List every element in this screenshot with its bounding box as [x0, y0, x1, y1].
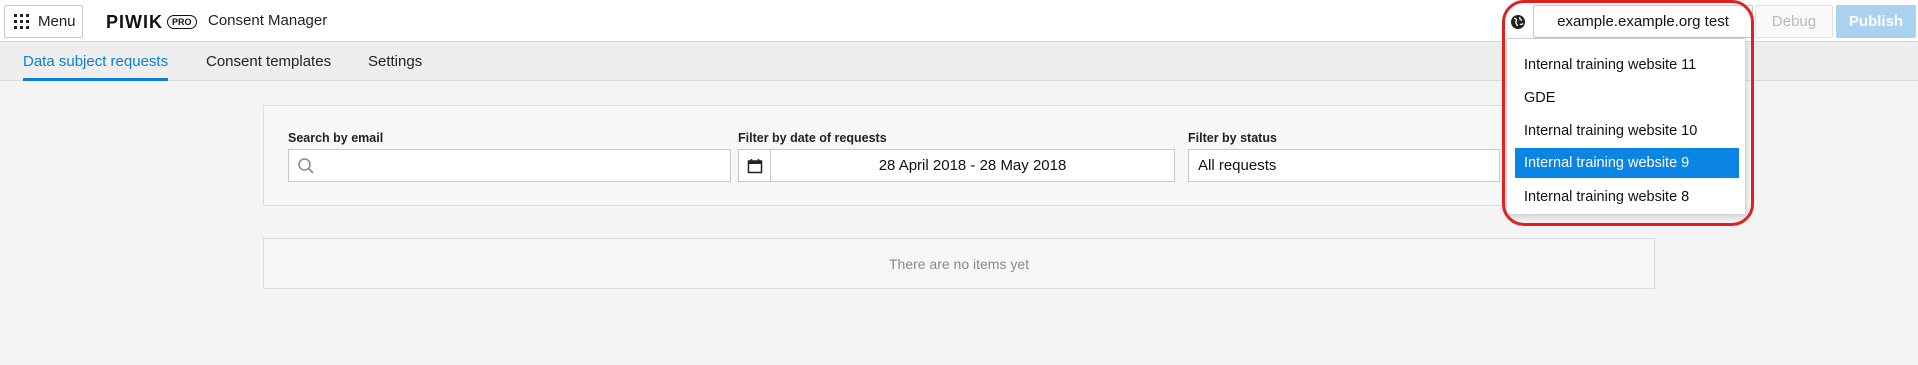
empty-state: There are no items yet: [263, 238, 1655, 289]
site-dropdown-list[interactable]: Internal training website 11 GDE Interna…: [1506, 38, 1746, 215]
calendar-icon: [747, 158, 762, 173]
publish-button[interactable]: Publish: [1836, 5, 1916, 38]
search-input[interactable]: [321, 150, 730, 181]
search-icon: [298, 157, 314, 174]
tab-data-subject-requests[interactable]: Data subject requests: [23, 42, 169, 81]
dropdown-item[interactable]: Internal training website 10: [1515, 116, 1739, 146]
date-filter-label: Filter by date of requests: [738, 131, 887, 145]
filter-panel: Search by email Filter by date of reques…: [263, 105, 1655, 206]
piwik-pro-logo: PIWIK PRO: [106, 11, 197, 33]
tab-settings[interactable]: Settings: [368, 42, 422, 81]
dropdown-item[interactable]: Internal training website 8: [1515, 182, 1739, 212]
search-label: Search by email: [288, 131, 384, 145]
dropdown-item[interactable]: Internal training website 11: [1515, 50, 1739, 80]
dropdown-item[interactable]: GDE: [1515, 83, 1739, 113]
empty-message: There are no items yet: [888, 255, 1030, 272]
app-name: Consent Manager: [208, 12, 328, 29]
status-select[interactable]: All requests: [1188, 149, 1500, 182]
globe-icon: [1507, 5, 1529, 38]
site-switcher: example.example.org test: [1507, 5, 1753, 38]
dropdown-item-selected[interactable]: Internal training website 9: [1515, 148, 1739, 178]
calendar-button[interactable]: [738, 149, 771, 182]
logo-wordmark: PIWIK: [106, 11, 163, 32]
date-range-picker: 28 April 2018 - 28 May 2018: [738, 149, 1175, 182]
menu-button[interactable]: Menu: [4, 5, 83, 38]
menu-button-label: Menu: [38, 13, 76, 30]
logo-pro-badge: PRO: [167, 15, 197, 29]
debug-button[interactable]: Debug: [1755, 5, 1833, 38]
tab-consent-templates[interactable]: Consent templates: [206, 42, 331, 81]
search-field[interactable]: [288, 149, 731, 182]
site-select[interactable]: example.example.org test: [1533, 5, 1753, 38]
top-bar: Menu PIWIK PRO Consent Manager example.e…: [0, 0, 1918, 42]
date-range-field[interactable]: 28 April 2018 - 28 May 2018: [771, 149, 1175, 182]
grid-menu-icon: [14, 14, 29, 29]
status-filter-label: Filter by status: [1188, 131, 1277, 145]
